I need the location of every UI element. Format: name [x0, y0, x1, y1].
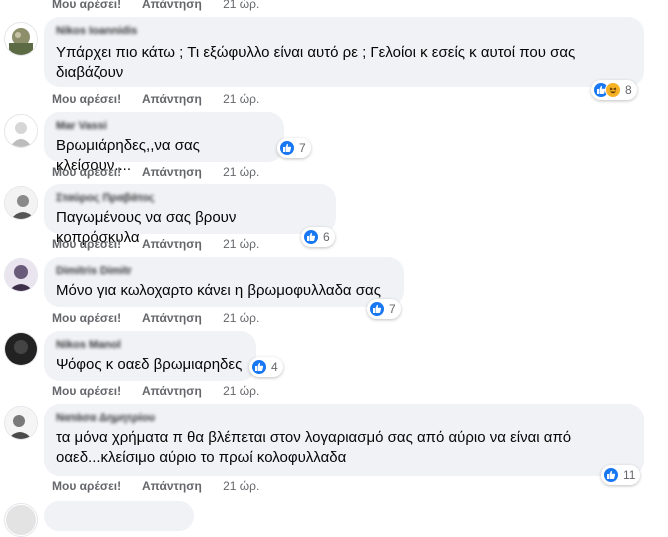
- timestamp[interactable]: 21 ώρ.: [223, 384, 259, 398]
- like-icon: [279, 140, 295, 156]
- reaction-summary[interactable]: 7: [367, 299, 401, 319]
- reply-action[interactable]: Απάντηση: [142, 384, 202, 398]
- comment-author[interactable]: Mar Vassi: [56, 120, 272, 132]
- comment-actions: Μου αρέσει! Απάντηση 21 ώρ.: [52, 310, 259, 326]
- comment-author[interactable]: Νατάσα Δημητρίου: [56, 412, 632, 424]
- comment-author[interactable]: Nikos Ioannidis: [56, 25, 632, 37]
- comment-actions: Μου αρέσει! Απάντηση 21 ώρ.: [52, 164, 259, 180]
- comment-actions: Μου αρέσει! Απάντηση 21 ώρ.: [52, 91, 259, 107]
- avatar[interactable]: [4, 22, 38, 56]
- comment-actions: Μου αρέσει! Απάντηση 21 ώρ.: [52, 236, 259, 252]
- comment-actions: Μου αρέσει! Απάντηση 21 ώρ.: [52, 383, 259, 399]
- reaction-count: 6: [323, 230, 330, 244]
- comment-bubble: [44, 501, 194, 531]
- comment-author[interactable]: Σταύρος Πραβάτος: [56, 192, 324, 204]
- reply-action[interactable]: Απάντηση: [142, 0, 202, 11]
- avatar[interactable]: [4, 332, 38, 366]
- like-action[interactable]: Μου αρέσει!: [52, 237, 121, 251]
- comment-actions-top: Μου αρέσει! Απάντηση 21 ώρ.: [52, 0, 259, 12]
- timestamp[interactable]: 21 ώρ.: [223, 92, 259, 106]
- timestamp[interactable]: 21 ώρ.: [223, 479, 259, 493]
- reaction-count: 8: [625, 83, 632, 97]
- haha-icon: [605, 82, 621, 98]
- timestamp[interactable]: 21 ώρ.: [223, 311, 259, 325]
- timestamp[interactable]: 21 ώρ.: [223, 237, 259, 251]
- avatar[interactable]: [4, 258, 38, 292]
- timestamp[interactable]: 21 ώρ.: [223, 0, 259, 11]
- reply-action[interactable]: Απάντηση: [142, 165, 202, 179]
- like-icon: [251, 359, 267, 375]
- comment-bubble: Nikos Ioannidis Υπάρχει πιο κάτω ; Τι εξ…: [44, 17, 644, 87]
- reaction-summary[interactable]: 4: [249, 357, 283, 377]
- comment-text: Υπάρχει πιο κάτω ; Τι εξώφυλλο είναι αυτ…: [56, 44, 576, 81]
- reply-action[interactable]: Απάντηση: [142, 479, 202, 493]
- like-action[interactable]: Μου αρέσει!: [52, 479, 121, 493]
- reply-action[interactable]: Απάντηση: [142, 92, 202, 106]
- reaction-count: 7: [389, 302, 396, 316]
- like-action[interactable]: Μου αρέσει!: [52, 165, 121, 179]
- reaction-summary[interactable]: 7: [277, 138, 311, 158]
- avatar[interactable]: [4, 114, 38, 148]
- avatar[interactable]: [4, 406, 38, 440]
- avatar[interactable]: [4, 186, 38, 220]
- like-icon: [603, 467, 619, 483]
- like-action[interactable]: Μου αρέσει!: [52, 311, 121, 325]
- like-action[interactable]: Μου αρέσει!: [52, 384, 121, 398]
- avatar[interactable]: [4, 503, 38, 537]
- reaction-summary[interactable]: 11: [601, 465, 641, 485]
- comment-text: τα μόνα χρήματα π θα βλέπεται στον λογαρ…: [56, 429, 572, 466]
- like-icon: [369, 301, 385, 317]
- comment-bubble: Nikos Manol Ψόφος κ οαεδ βρωμιαρηδες: [44, 331, 256, 381]
- like-icon: [303, 229, 319, 245]
- comment-bubble: Σταύρος Πραβάτος Παγωμένους να σας βρουν…: [44, 184, 336, 246]
- comment-author[interactable]: Nikos Manol: [56, 339, 244, 351]
- reply-action[interactable]: Απάντηση: [142, 237, 202, 251]
- comment-text: Μόνο για κωλοχαρτο κάνει η βρωμοφυλλαδα …: [56, 282, 381, 299]
- comment-bubble: Mar Vassi Βρωμιάρηδες,,να σας κλείσουν..…: [44, 112, 284, 174]
- reaction-count: 11: [623, 468, 636, 482]
- like-action[interactable]: Μου αρέσει!: [52, 92, 121, 106]
- reaction-summary[interactable]: 8: [591, 80, 637, 100]
- reply-action[interactable]: Απάντηση: [142, 311, 202, 325]
- comment-actions: Μου αρέσει! Απάντηση 21 ώρ.: [52, 478, 259, 494]
- comment-author[interactable]: Dimitris Dimitr: [56, 265, 392, 277]
- comment-bubble: Νατάσα Δημητρίου τα μόνα χρήματα π θα βλ…: [44, 404, 644, 476]
- comment-bubble: Dimitris Dimitr Μόνο για κωλοχαρτο κάνει…: [44, 257, 404, 307]
- like-action[interactable]: Μου αρέσει!: [52, 0, 121, 11]
- timestamp[interactable]: 21 ώρ.: [223, 165, 259, 179]
- reaction-count: 4: [271, 360, 278, 374]
- comment-text: Ψόφος κ οαεδ βρωμιαρηδες: [56, 356, 243, 373]
- reaction-summary[interactable]: 6: [301, 227, 335, 247]
- reaction-count: 7: [299, 141, 306, 155]
